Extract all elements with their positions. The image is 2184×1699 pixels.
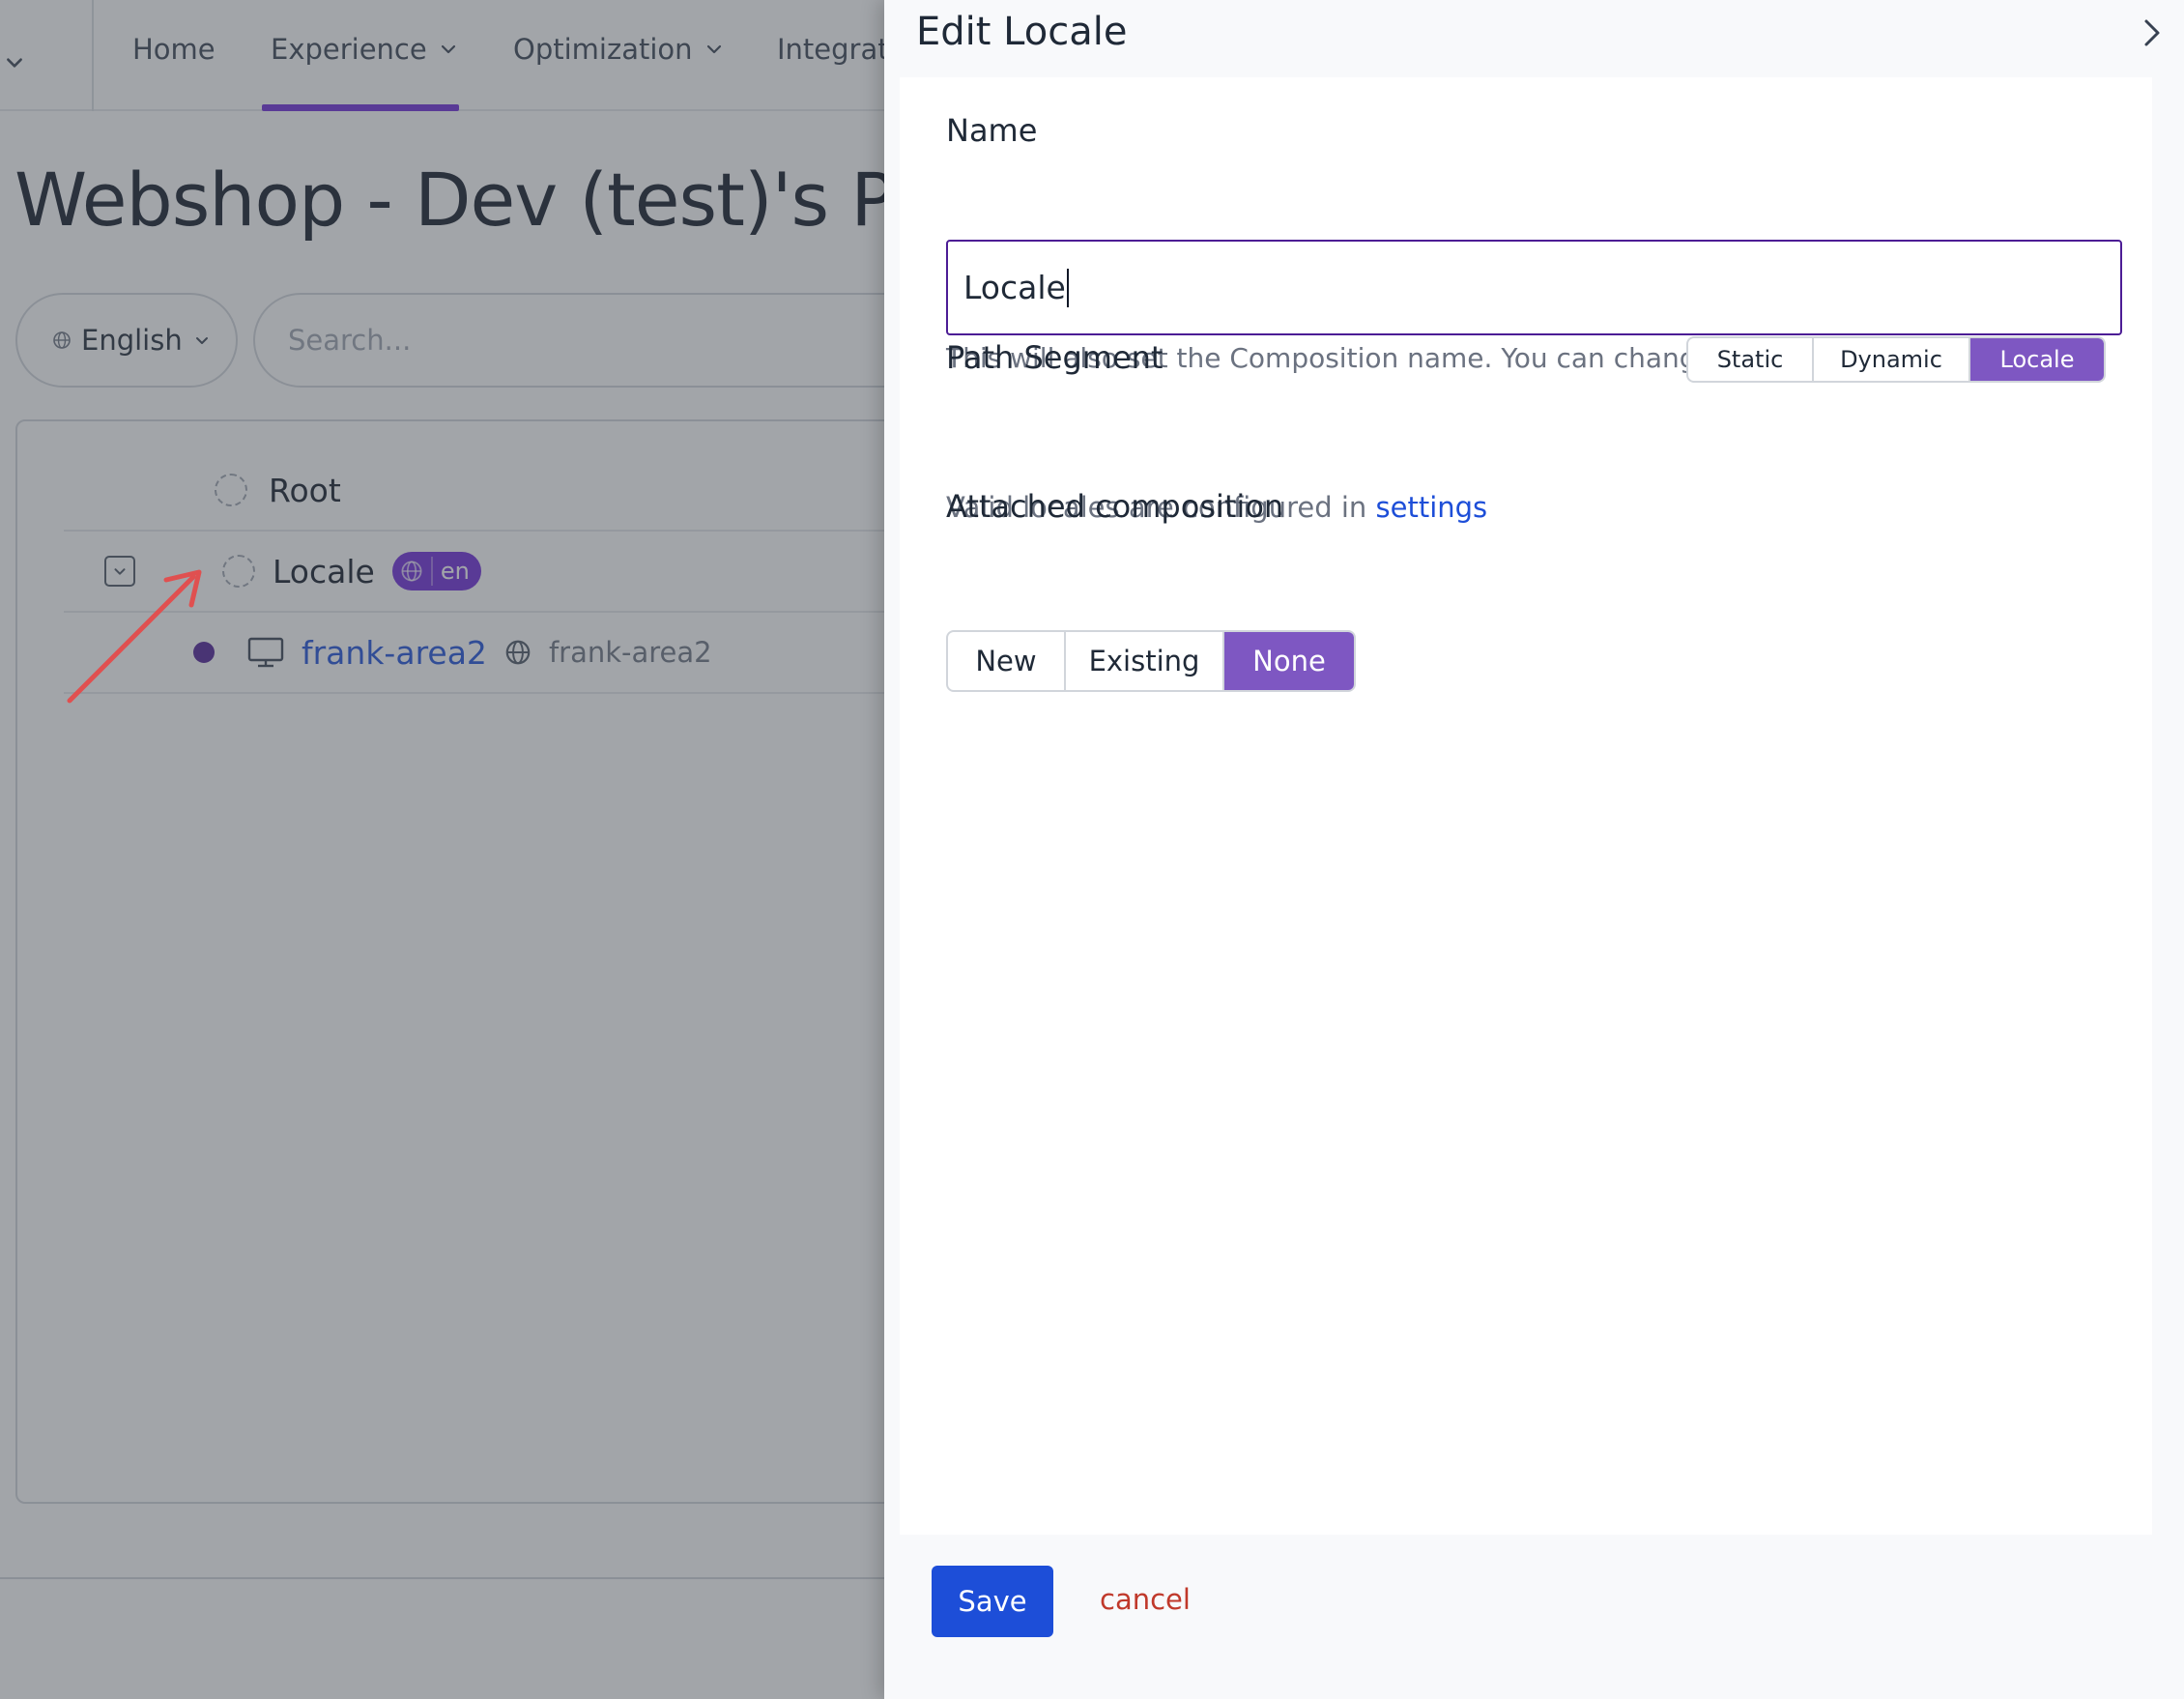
cancel-link[interactable]: cancel — [1100, 1583, 1191, 1616]
path-segment-toggle: Static Dynamic Locale — [1686, 336, 2106, 383]
attached-option-existing[interactable]: Existing — [1066, 632, 1224, 690]
chevron-right-icon[interactable] — [2138, 15, 2167, 50]
path-option-static[interactable]: Static — [1688, 338, 1814, 381]
name-input-value: Locale — [963, 269, 1066, 306]
text-caret — [1066, 268, 1069, 307]
drawer-body: Name Locale This will also set the Compo… — [900, 77, 2152, 1535]
attached-option-new[interactable]: New — [948, 632, 1066, 690]
path-option-locale[interactable]: Locale — [1970, 338, 2104, 381]
name-input[interactable]: Locale — [946, 240, 2122, 335]
save-button[interactable]: Save — [932, 1566, 1053, 1637]
drawer-title: Edit Locale — [916, 10, 1128, 54]
attached-option-none[interactable]: None — [1224, 632, 1354, 690]
name-label: Name — [946, 112, 1038, 149]
attached-composition-label: Attached composition — [946, 488, 1284, 525]
path-segment-label: Path Segment — [946, 339, 1164, 376]
path-option-dynamic[interactable]: Dynamic — [1814, 338, 1970, 381]
annotation-arrow-icon — [67, 569, 202, 704]
edit-locale-drawer: Edit Locale Name Locale This will also s… — [884, 0, 2184, 1699]
settings-link[interactable]: settings — [1376, 491, 1488, 524]
attached-composition-toggle: New Existing None — [946, 630, 1356, 692]
